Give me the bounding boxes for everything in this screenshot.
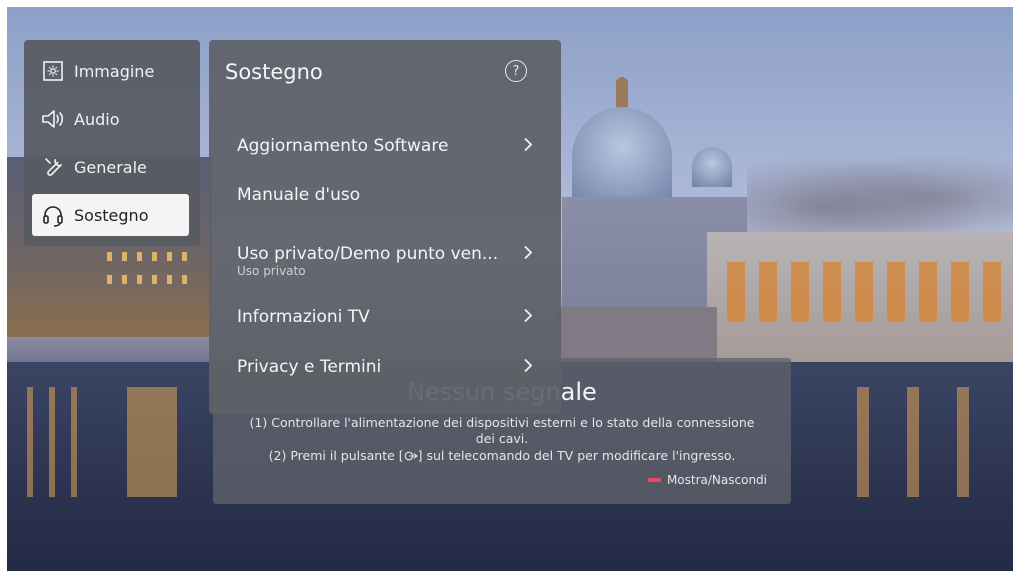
sidebar-item-label: Audio <box>74 109 120 129</box>
menu-item-label: Aggiornamento Software <box>237 136 449 156</box>
settings-category-menu: Immagine Audio Generale Sostegno <box>24 40 200 246</box>
sidebar-item-label: Sostegno <box>74 205 149 225</box>
background-reflection <box>127 387 177 497</box>
menu-item-label: Uso privato/Demo punto ven... <box>237 244 499 264</box>
sidebar-item-sostegno[interactable]: Sostegno <box>32 194 189 236</box>
support-panel: Sostegno ? Aggiornamento Software Manual… <box>209 40 561 414</box>
speaker-icon <box>38 107 68 131</box>
instruction-text: (2) Premi il pulsante [ <box>268 448 404 463</box>
menu-item-label: Informazioni TV <box>237 307 370 327</box>
sidebar-item-generale[interactable]: Generale <box>32 146 189 188</box>
wrench-icon <box>38 155 68 179</box>
input-source-icon <box>404 450 418 466</box>
chevron-right-icon <box>523 137 533 156</box>
menu-item-sublabel: Uso privato <box>237 264 306 278</box>
sidebar-item-label: Generale <box>74 157 147 177</box>
panel-title: Sostegno <box>225 60 323 84</box>
background-reflection <box>49 387 55 497</box>
headset-icon <box>38 203 68 227</box>
sidebar-item-immagine[interactable]: Immagine <box>32 50 189 92</box>
no-signal-instruction-1: (1) Controllare l'alimentazione dei disp… <box>249 415 755 430</box>
menu-item-label: Manuale d'uso <box>237 185 361 205</box>
menu-item-user-manual[interactable]: Manuale d'uso <box>237 175 533 215</box>
menu-item-tv-information[interactable]: Informazioni TV <box>237 297 533 337</box>
no-signal-instruction-1-cont: dei cavi. <box>475 431 529 446</box>
background-reflection <box>907 387 919 497</box>
menu-item-label: Privacy e Termini <box>237 357 382 377</box>
background-reflection <box>27 387 33 497</box>
legend-label: Mostra/Nascondi <box>666 473 767 487</box>
chevron-right-icon <box>523 358 533 377</box>
menu-item-private-demo-mode[interactable]: Uso privato/Demo punto ven... Uso privat… <box>237 234 533 278</box>
no-signal-instruction-2: (2) Premi il pulsante [ ] sul telecomando… <box>243 448 761 466</box>
menu-item-privacy-terms[interactable]: Privacy e Termini <box>237 347 533 387</box>
background-reflection <box>857 387 869 497</box>
sidebar-item-label: Immagine <box>74 61 155 81</box>
background-bridge <box>557 307 717 362</box>
picture-settings-icon <box>38 59 68 83</box>
background-colonnade <box>707 232 1013 362</box>
help-icon[interactable]: ? <box>505 60 527 82</box>
menu-item-software-update[interactable]: Aggiornamento Software <box>237 126 533 166</box>
sidebar-item-audio[interactable]: Audio <box>32 98 189 140</box>
instruction-text: ] sul telecomando del TV per modificare … <box>417 448 736 463</box>
show-hide-legend: Mostra/Nascondi <box>647 473 767 487</box>
red-button-icon <box>647 478 661 482</box>
background-reflection <box>71 387 77 497</box>
background-reflection <box>957 387 969 497</box>
chevron-right-icon <box>523 245 533 264</box>
chevron-right-icon <box>523 308 533 327</box>
